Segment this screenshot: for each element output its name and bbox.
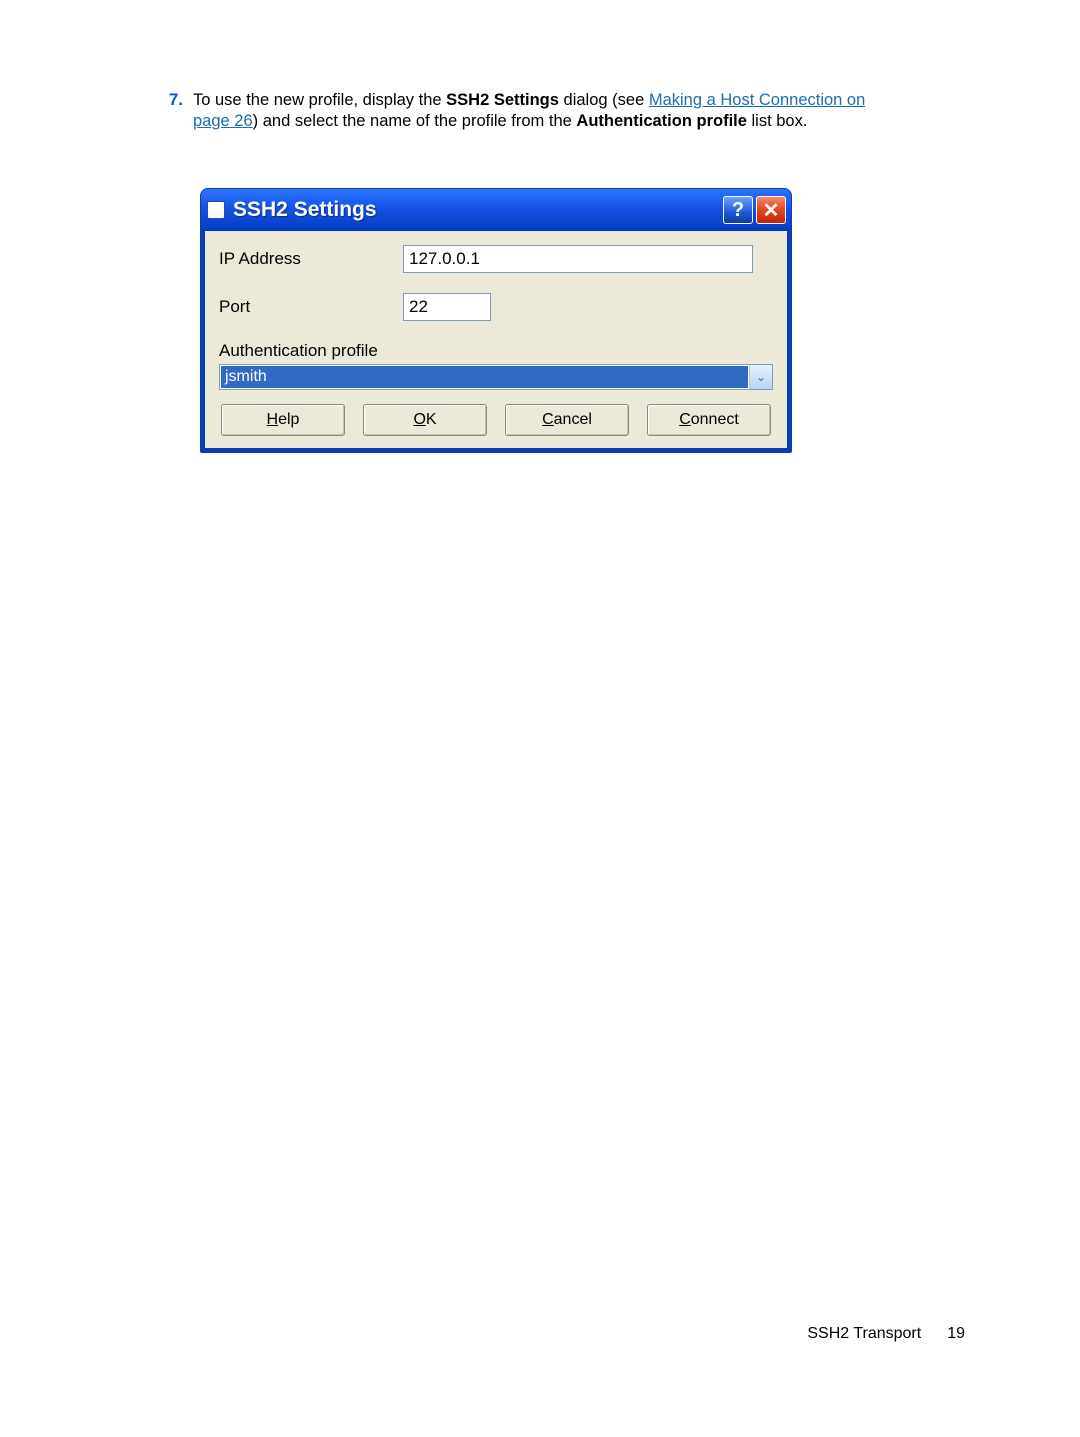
dialog-body: IP Address Port Authentication profile j… [205, 231, 787, 448]
ok-button[interactable]: OK [363, 404, 487, 436]
step-text-mid1: dialog (see [559, 91, 649, 109]
titlebar-close-button[interactable]: ✕ [756, 196, 786, 224]
ip-input[interactable] [403, 245, 753, 273]
port-label: Port [219, 297, 403, 317]
dialog-button-row: Help OK Cancel Connect [219, 404, 773, 436]
step-text-post: list box. [747, 112, 808, 130]
step-text-pre: To use the new profile, display the [193, 91, 446, 109]
ip-label: IP Address [219, 249, 403, 269]
connect-rest: onnect [691, 411, 739, 428]
auth-profile-label: Authentication profile [219, 341, 773, 361]
help-rest: elp [278, 411, 299, 428]
cancel-button[interactable]: Cancel [505, 404, 629, 436]
step-number: 7. [158, 90, 183, 131]
port-input[interactable] [403, 293, 491, 321]
step-text-mid2: ) and select the name of the profile fro… [253, 112, 577, 130]
cancel-mnemonic: C [542, 411, 554, 428]
help-mnemonic: H [267, 411, 279, 428]
app-icon [207, 201, 225, 219]
cancel-rest: ancel [554, 411, 592, 428]
connect-mnemonic: C [679, 411, 691, 428]
footer-section: SSH2 Transport [807, 1325, 921, 1343]
ok-mnemonic: O [413, 411, 425, 428]
dialog-title: SSH2 Settings [233, 198, 720, 222]
ip-row: IP Address [219, 245, 773, 273]
ok-rest: K [426, 411, 437, 428]
ssh2-settings-dialog: SSH2 Settings ? ✕ IP Address Port Authen… [200, 188, 792, 453]
auth-profile-block: Authentication profile jsmith ⌄ [219, 341, 773, 390]
titlebar-help-button[interactable]: ? [723, 196, 753, 224]
dialog-titlebar: SSH2 Settings ? ✕ [201, 189, 791, 231]
chevron-down-icon[interactable]: ⌄ [749, 365, 772, 389]
connect-button[interactable]: Connect [647, 404, 771, 436]
help-button[interactable]: Help [221, 404, 345, 436]
auth-profile-selected-value: jsmith [221, 366, 748, 388]
footer-page-number: 19 [947, 1325, 965, 1343]
step-7: 7. To use the new profile, display the S… [158, 90, 878, 131]
step-bold-auth-profile: Authentication profile [576, 112, 747, 130]
auth-profile-select[interactable]: jsmith ⌄ [219, 364, 773, 390]
step-bold-ssh2-settings: SSH2 Settings [446, 91, 559, 109]
page-footer: SSH2 Transport 19 [807, 1325, 965, 1343]
step-text: To use the new profile, display the SSH2… [193, 90, 878, 131]
port-row: Port [219, 293, 773, 321]
